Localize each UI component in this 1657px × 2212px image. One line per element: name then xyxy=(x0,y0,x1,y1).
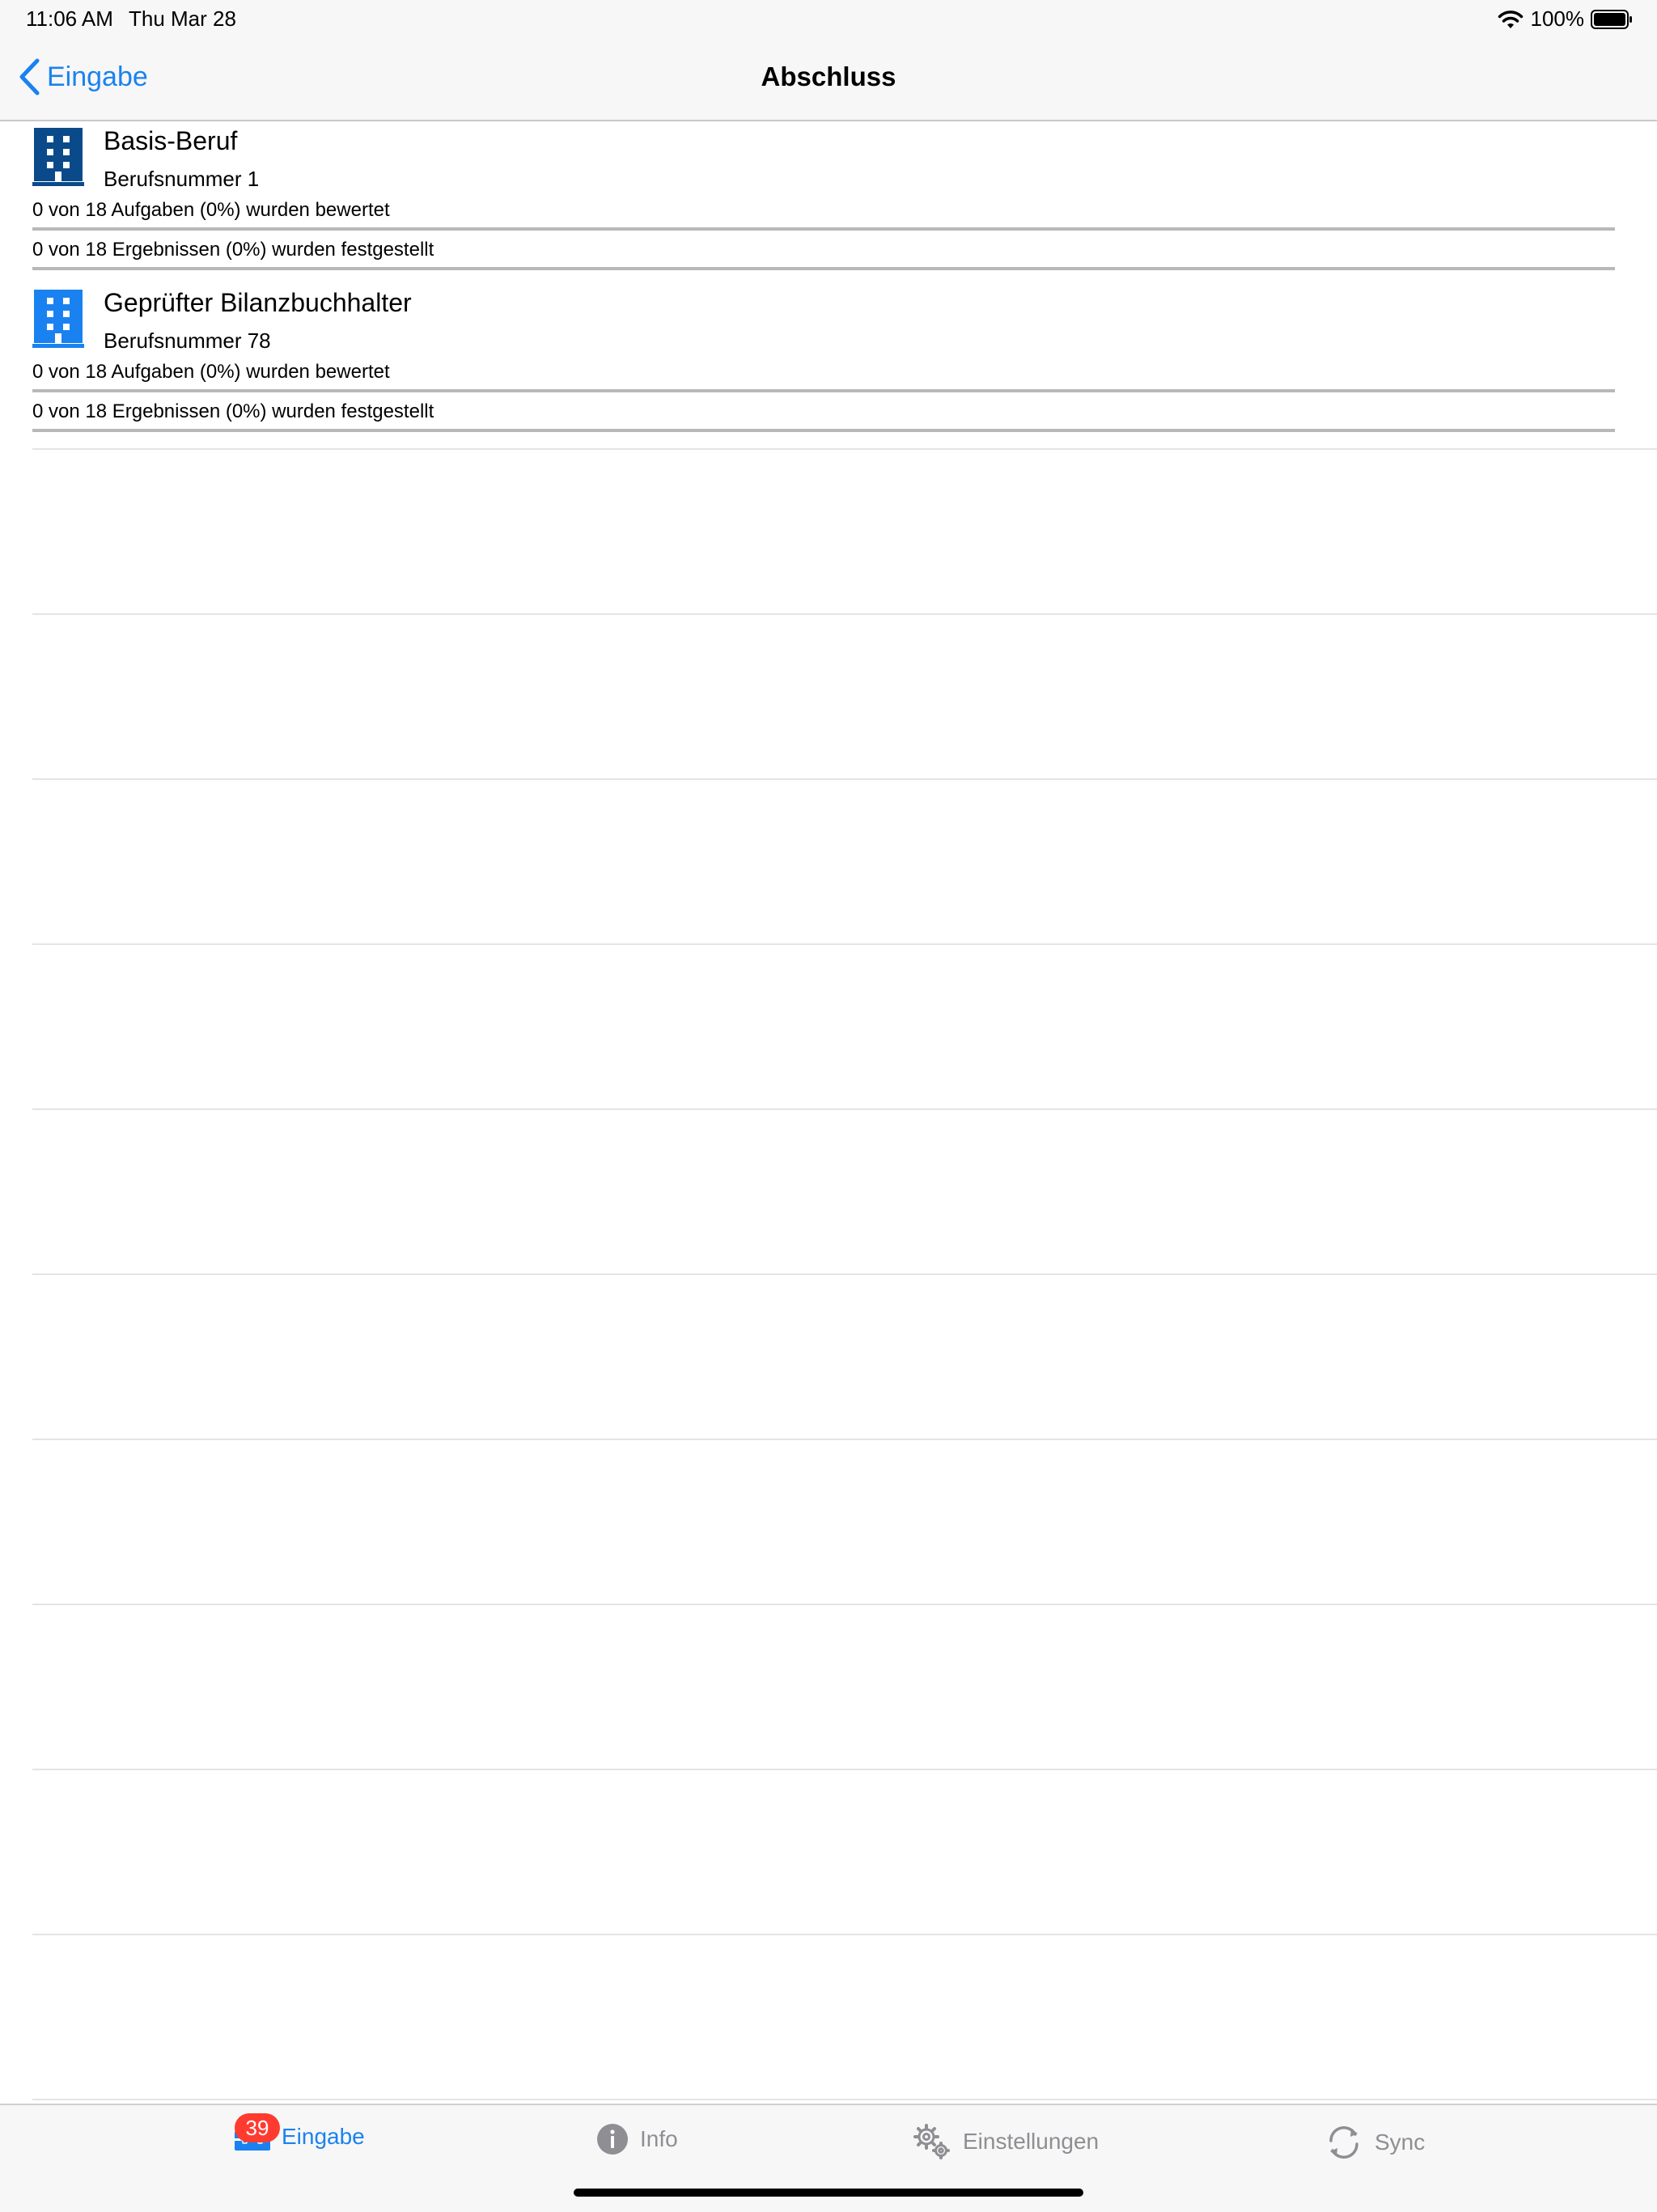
tasks-progress-text: 0 von 18 Aufgaben (0%) wurden bewertet xyxy=(32,361,390,383)
tasks-progress-bar xyxy=(32,227,1615,231)
chevron-left-icon xyxy=(19,58,40,95)
results-progress-text: 0 von 18 Ergebnissen (0%) wurden festges… xyxy=(32,239,434,261)
row-separator xyxy=(32,448,1657,450)
tasks-progress-text: 0 von 18 Aufgaben (0%) wurden bewertet xyxy=(32,199,390,221)
tab-info[interactable]: Info xyxy=(596,2123,678,2155)
battery-percent: 100% xyxy=(1530,6,1585,31)
info-icon xyxy=(597,2124,628,2155)
building-icon xyxy=(32,128,84,186)
gears-icon xyxy=(913,2124,950,2159)
wifi-icon xyxy=(1498,10,1523,28)
job-title: Geprüfter Bilanzbuchhalter xyxy=(104,288,412,317)
row-separator xyxy=(32,1934,1657,1935)
row-separator xyxy=(32,1604,1657,1605)
job-number: Berufsnummer 1 xyxy=(104,167,260,191)
job-list: Basis-Beruf Berufsnummer 1 0 von 18 Aufg… xyxy=(0,121,1657,2100)
row-separator xyxy=(32,943,1657,945)
tasks-progress-bar xyxy=(32,389,1615,392)
row-separator xyxy=(32,1439,1657,1440)
tab-einstellungen[interactable]: Einstellungen xyxy=(913,2123,1099,2160)
list-item-job[interactable]: Basis-Beruf Berufsnummer 1 0 von 18 Aufg… xyxy=(0,121,1657,283)
tab-label: Eingabe xyxy=(282,2124,365,2149)
building-icon xyxy=(32,290,84,348)
home-indicator[interactable] xyxy=(574,2189,1083,2197)
tab-sync[interactable]: Sync xyxy=(1324,2123,1425,2162)
job-number: Berufsnummer 78 xyxy=(104,328,271,353)
status-indicators: 100% xyxy=(1497,6,1634,32)
status-time: 11:06 AM xyxy=(26,6,113,31)
row-separator xyxy=(32,778,1657,780)
back-button-label: Eingabe xyxy=(47,61,148,92)
row-separator xyxy=(32,1108,1657,1110)
results-progress-bar xyxy=(32,267,1615,270)
results-progress-text: 0 von 18 Ergebnissen (0%) wurden festges… xyxy=(32,400,434,422)
tab-label: Info xyxy=(640,2126,678,2151)
list-item-job[interactable]: Geprüfter Bilanzbuchhalter Berufsnummer … xyxy=(0,283,1657,445)
page-title: Abschluss xyxy=(761,61,896,91)
tab-label: Einstellungen xyxy=(963,2129,1100,2154)
row-separator xyxy=(32,1273,1657,1275)
sync-icon xyxy=(1329,2126,1358,2159)
tab-label: Sync xyxy=(1375,2129,1426,2155)
status-date: Thu Mar 28 xyxy=(129,6,236,31)
job-title: Basis-Beruf xyxy=(104,126,238,155)
row-separator xyxy=(32,1769,1657,1770)
status-bar: 11:06 AM Thu Mar 28 100% xyxy=(0,0,1657,39)
row-separator xyxy=(32,613,1657,615)
results-progress-bar xyxy=(32,429,1615,432)
battery-icon xyxy=(1591,9,1632,29)
notification-badge: 39 xyxy=(235,2113,280,2142)
navigation-bar: Abschluss Eingabe xyxy=(0,39,1657,121)
back-button[interactable]: Eingabe xyxy=(18,58,148,95)
row-separator xyxy=(32,2099,1657,2100)
